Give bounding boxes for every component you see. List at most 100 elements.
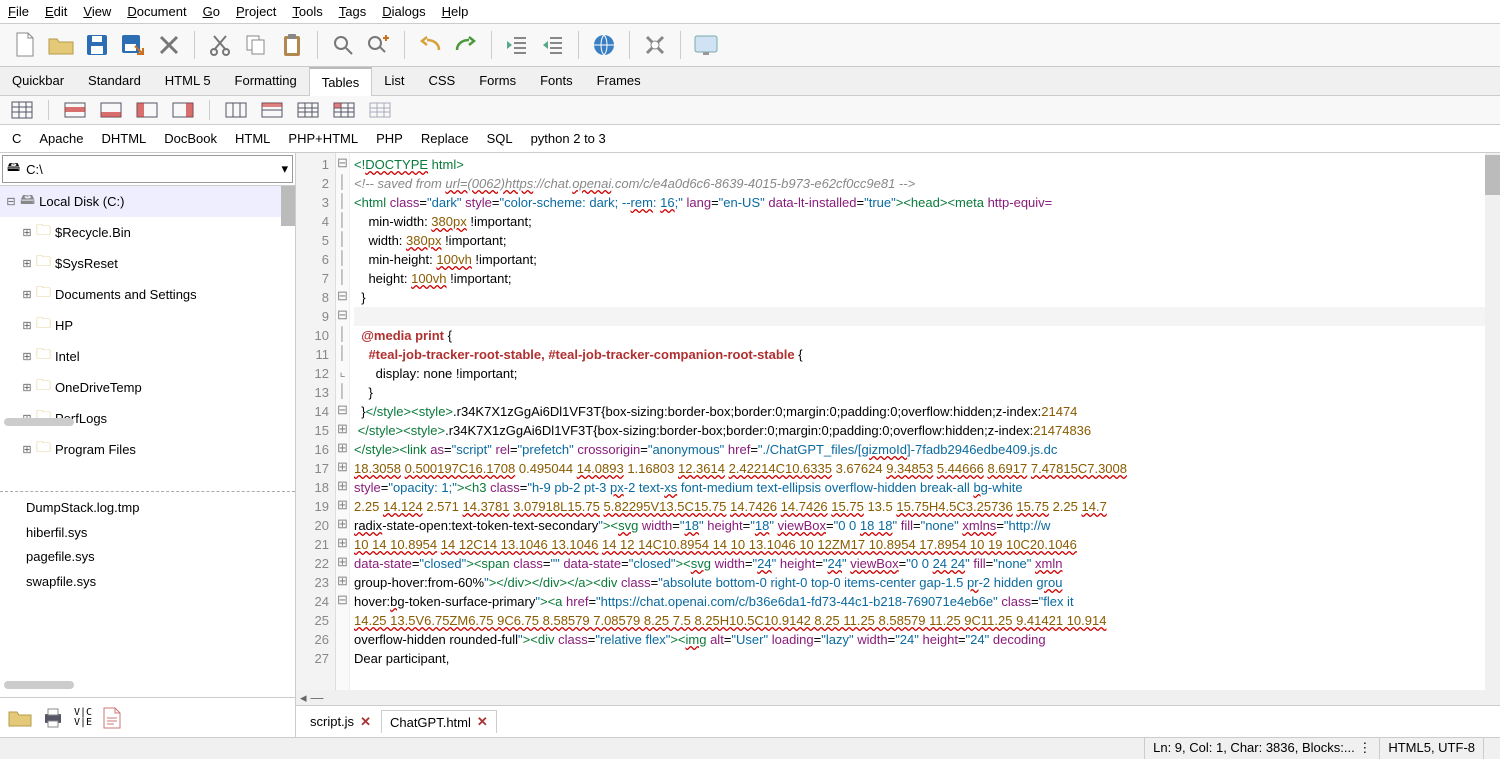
table-grid3-icon[interactable] [294, 100, 322, 120]
lang-snippet-php[interactable]: PHP [376, 131, 403, 146]
close-icon[interactable]: ✕ [477, 714, 488, 730]
document-tab[interactable]: ChatGPT.html✕ [381, 710, 497, 733]
menu-view[interactable]: View [83, 4, 111, 19]
unindent-button[interactable] [500, 28, 534, 62]
browser-preview-button[interactable] [587, 28, 621, 62]
save-button[interactable] [80, 28, 114, 62]
lang-snippet-apache[interactable]: Apache [39, 131, 83, 146]
tree-folder[interactable]: ⊞🗀HP [0, 310, 295, 341]
preferences-button[interactable] [638, 28, 672, 62]
table-wizard-icon[interactable] [8, 100, 36, 120]
menu-dialogs[interactable]: Dialogs [382, 4, 425, 19]
menu-project[interactable]: Project [236, 4, 276, 19]
document-template-icon[interactable] [102, 707, 122, 729]
menu-edit[interactable]: Edit [45, 4, 67, 19]
horizontal-scrollbar-thumb[interactable] [4, 681, 74, 689]
category-tab-standard[interactable]: Standard [76, 67, 153, 95]
undo-button[interactable] [413, 28, 447, 62]
drive-select[interactable]: 🖴 C:\ ▾ [2, 155, 293, 183]
category-tab-quickbar[interactable]: Quickbar [0, 67, 76, 95]
tree-folder[interactable]: ⊞🗀Intel [0, 341, 295, 372]
open-file-button[interactable] [44, 28, 78, 62]
expand-icon[interactable]: ⊞ [22, 443, 32, 456]
expand-icon[interactable]: ⊞ [22, 257, 32, 270]
open-folder-icon[interactable] [8, 709, 32, 727]
expand-icon[interactable]: ⊞ [22, 319, 32, 332]
menu-file[interactable]: File [8, 4, 29, 19]
fold-column[interactable]: ⊟││││││⊟⊟││⌞│⊟⊞⊞⊞⊞⊞⊞⊞⊞⊞⊟ [336, 153, 350, 690]
table-delete-col-icon[interactable] [169, 100, 197, 120]
category-tab-tables[interactable]: Tables [309, 67, 373, 96]
vertical-scrollbar-thumb[interactable] [281, 186, 295, 226]
document-tab[interactable]: script.js✕ [302, 710, 379, 733]
lang-snippet-replace[interactable]: Replace [421, 131, 469, 146]
tree-folder[interactable]: ⊞🗀Documents and Settings [0, 279, 295, 310]
expand-icon[interactable]: ⊞ [22, 288, 32, 301]
category-tab-html-5[interactable]: HTML 5 [153, 67, 223, 95]
category-tab-frames[interactable]: Frames [585, 67, 653, 95]
collapse-icon[interactable]: ⊟ [6, 195, 16, 208]
menu-tags[interactable]: Tags [339, 4, 366, 19]
lang-snippet-html[interactable]: HTML [235, 131, 270, 146]
tree-folder[interactable]: ⊞🗀$SysReset [0, 248, 295, 279]
table-grid1-icon[interactable] [222, 100, 250, 120]
category-tab-list[interactable]: List [372, 67, 416, 95]
indent-button[interactable] [536, 28, 570, 62]
table-insert-row-icon[interactable] [61, 100, 89, 120]
scroll-handle-icon[interactable]: — [311, 690, 324, 705]
scroll-left-icon[interactable]: ◂ [300, 690, 307, 706]
menu-tools[interactable]: Tools [292, 4, 322, 19]
redo-button[interactable] [449, 28, 483, 62]
table-insert-col-icon[interactable] [133, 100, 161, 120]
copy-button[interactable] [239, 28, 273, 62]
lang-snippet-dhtml[interactable]: DHTML [101, 131, 146, 146]
close-icon[interactable]: ✕ [360, 714, 371, 730]
lang-snippet-docbook[interactable]: DocBook [164, 131, 217, 146]
category-tab-forms[interactable]: Forms [467, 67, 528, 95]
paste-button[interactable] [275, 28, 309, 62]
file-list-item[interactable]: pagefile.sys [26, 545, 269, 570]
code-editor[interactable]: 1234567891011121314151617181920212223242… [296, 153, 1500, 690]
lang-snippet-sql[interactable]: SQL [487, 131, 513, 146]
expand-icon[interactable]: ⊞ [22, 381, 32, 394]
folder-tree[interactable]: ⊟ 🖴 Local Disk (C:) ⊞🗀$Recycle.Bin⊞🗀$Sys… [0, 185, 295, 697]
tree-root[interactable]: ⊟ 🖴 Local Disk (C:) [0, 186, 295, 217]
tree-folder[interactable]: ⊞🗀OneDriveTemp [0, 372, 295, 403]
vertical-scrollbar-thumb[interactable] [1485, 155, 1500, 195]
file-list-item[interactable]: hiberfil.sys [26, 521, 269, 546]
resize-grip-icon[interactable] [1483, 738, 1500, 759]
tree-folder[interactable]: ⊞🗀$Recycle.Bin [0, 217, 295, 248]
close-button[interactable] [152, 28, 186, 62]
menu-go[interactable]: Go [203, 4, 220, 19]
table-grid4-icon[interactable] [330, 100, 358, 120]
version-control-icon[interactable]: V|CV|E [74, 708, 92, 728]
file-list[interactable]: DumpStack.log.tmphiberfil.syspagefile.sy… [0, 494, 295, 597]
category-tab-formatting[interactable]: Formatting [223, 67, 309, 95]
lang-snippet-c[interactable]: C [12, 131, 21, 146]
table-grid5-icon[interactable] [366, 100, 394, 120]
code-content[interactable]: <!DOCTYPE html><!-- saved from url=(0062… [350, 153, 1500, 690]
category-tab-fonts[interactable]: Fonts [528, 67, 585, 95]
category-tab-css[interactable]: CSS [417, 67, 468, 95]
lang-snippet-php-html[interactable]: PHP+HTML [288, 131, 358, 146]
fullscreen-button[interactable] [689, 28, 723, 62]
expand-icon[interactable]: ⊞ [22, 350, 32, 363]
tree-folder[interactable]: ⊞🗀Program Files [0, 434, 295, 465]
horizontal-scrollbar-thumb[interactable] [4, 418, 74, 426]
new-file-button[interactable] [8, 28, 42, 62]
expand-icon[interactable]: ⊞ [22, 226, 32, 239]
save-as-button[interactable] [116, 28, 150, 62]
find-button[interactable] [326, 28, 360, 62]
menu-help[interactable]: Help [442, 4, 469, 19]
lang-snippet-python-2-to-3[interactable]: python 2 to 3 [531, 131, 606, 146]
file-list-item[interactable]: swapfile.sys [26, 570, 269, 595]
find-replace-button[interactable] [362, 28, 396, 62]
menu-document[interactable]: Document [127, 4, 186, 19]
table-grid2-icon[interactable] [258, 100, 286, 120]
editor-horizontal-scrollbar[interactable]: ◂ — [296, 690, 1500, 705]
cut-button[interactable] [203, 28, 237, 62]
print-icon[interactable] [42, 708, 64, 728]
file-list-item[interactable]: DumpStack.log.tmp [26, 496, 269, 521]
table-delete-row-icon[interactable] [97, 100, 125, 120]
editor-vertical-scrollbar[interactable] [1485, 153, 1500, 690]
